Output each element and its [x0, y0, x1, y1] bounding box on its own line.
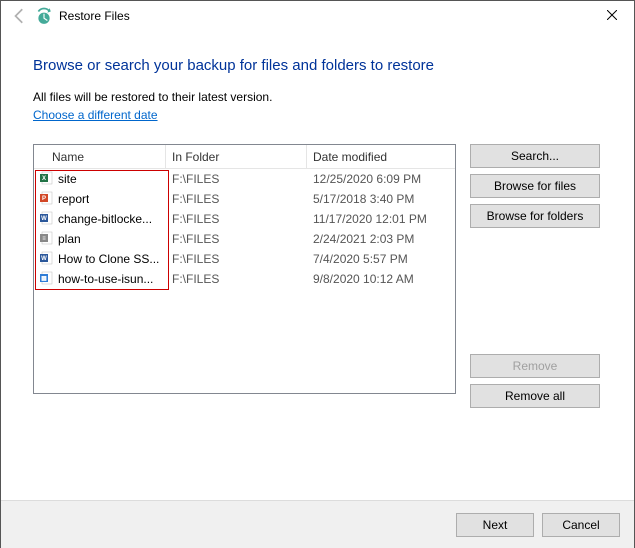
table-row[interactable]: W How to Clone SS... F:\FILES 7/4/2020 5…: [34, 249, 455, 269]
table-row[interactable]: X site F:\FILES 12/25/2020 6:09 PM: [34, 169, 455, 189]
choose-date-link[interactable]: Choose a different date: [33, 108, 158, 122]
file-date: 2/24/2021 2:03 PM: [307, 232, 447, 246]
browse-files-button[interactable]: Browse for files: [470, 174, 600, 198]
close-button[interactable]: [590, 1, 634, 29]
file-date: 5/17/2018 3:40 PM: [307, 192, 447, 206]
restore-files-icon: [35, 7, 53, 25]
file-folder: F:\FILES: [166, 192, 307, 206]
search-button[interactable]: Search...: [470, 144, 600, 168]
file-date: 7/4/2020 5:57 PM: [307, 252, 447, 266]
back-arrow-icon[interactable]: [11, 7, 29, 25]
file-name: How to Clone SS...: [58, 252, 159, 266]
svg-text:X: X: [42, 176, 46, 182]
excel-file-icon: X: [40, 171, 54, 188]
table-row[interactable]: P report F:\FILES 5/17/2018 3:40 PM: [34, 189, 455, 209]
file-name: change-bitlocke...: [58, 212, 152, 226]
column-header-date[interactable]: Date modified: [307, 145, 437, 168]
word-file-icon: W: [40, 251, 54, 268]
remove-all-button[interactable]: Remove all: [470, 384, 600, 408]
file-folder: F:\FILES: [166, 232, 307, 246]
window-title: Restore Files: [59, 9, 130, 23]
file-date: 9/8/2020 10:12 AM: [307, 272, 447, 286]
description-text: All files will be restored to their late…: [33, 90, 602, 104]
svg-text:▦: ▦: [41, 276, 47, 282]
table-row[interactable]: W change-bitlocke... F:\FILES 11/17/2020…: [34, 209, 455, 229]
ppt-file-icon: P: [40, 191, 54, 208]
file-folder: F:\FILES: [166, 252, 307, 266]
column-header-folder[interactable]: In Folder: [166, 145, 307, 168]
image-file-icon: ▦: [40, 271, 54, 288]
file-name: site: [58, 172, 77, 186]
svg-text:W: W: [41, 216, 47, 222]
file-list: Name In Folder Date modified X site F:\F…: [33, 144, 456, 394]
file-date: 12/25/2020 6:09 PM: [307, 172, 447, 186]
cancel-button[interactable]: Cancel: [542, 513, 620, 537]
table-row[interactable]: ≡ plan F:\FILES 2/24/2021 2:03 PM: [34, 229, 455, 249]
file-name: report: [58, 192, 89, 206]
svg-text:≡: ≡: [42, 236, 46, 242]
file-date: 11/17/2020 12:01 PM: [307, 212, 447, 226]
remove-button: Remove: [470, 354, 600, 378]
svg-text:W: W: [41, 256, 47, 262]
column-header-name[interactable]: Name: [34, 145, 166, 168]
file-folder: F:\FILES: [166, 212, 307, 226]
text-file-icon: ≡: [40, 231, 54, 248]
table-row[interactable]: ▦ how-to-use-isun... F:\FILES 9/8/2020 1…: [34, 269, 455, 289]
page-heading: Browse or search your backup for files a…: [33, 57, 602, 74]
file-folder: F:\FILES: [166, 172, 307, 186]
browse-folders-button[interactable]: Browse for folders: [470, 204, 600, 228]
svg-text:P: P: [42, 196, 46, 202]
file-folder: F:\FILES: [166, 272, 307, 286]
word-file-icon: W: [40, 211, 54, 228]
footer-bar: Next Cancel: [1, 500, 634, 548]
next-button[interactable]: Next: [456, 513, 534, 537]
file-name: how-to-use-isun...: [58, 272, 153, 286]
file-name: plan: [58, 232, 81, 246]
